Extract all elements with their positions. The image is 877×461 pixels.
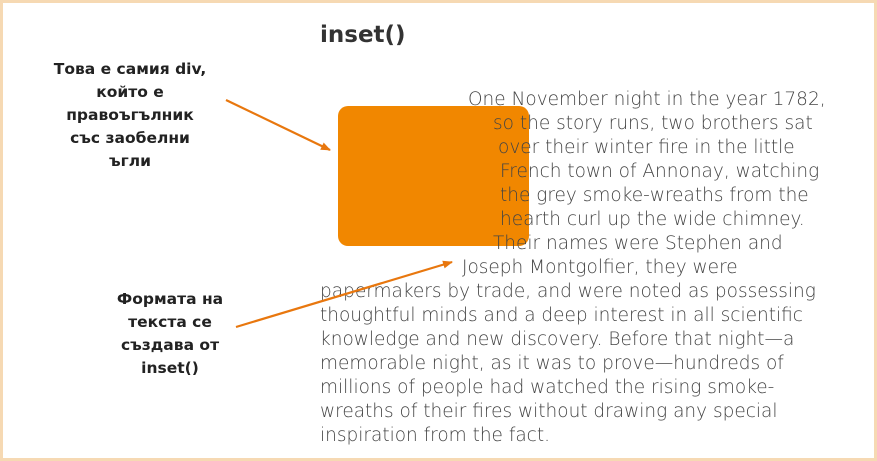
arrow-to-div [225,99,331,151]
arrows-layer [225,99,453,329]
arrow-to-text-shape [235,260,453,329]
